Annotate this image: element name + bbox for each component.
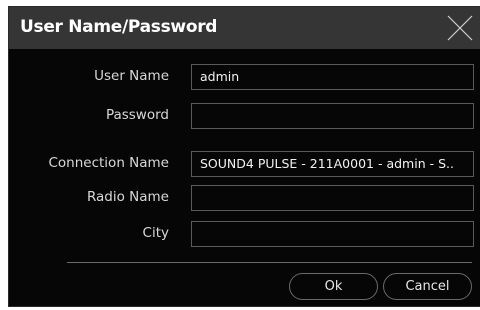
row-radio-name: Radio Name [9,185,480,211]
user-name-label: User Name [94,68,169,84]
user-name-input[interactable]: admin [191,64,474,90]
city-label: City [142,225,169,241]
password-input[interactable] [191,103,474,129]
close-icon[interactable] [444,12,476,44]
row-user-name: User Name admin [9,64,480,90]
city-input[interactable] [191,221,474,247]
ok-button[interactable]: Ok [289,273,378,300]
radio-name-input[interactable] [191,185,474,211]
user-password-dialog: User Name/Password User Name admin Passw… [8,6,480,307]
dialog-title: User Name/Password [20,17,218,37]
cancel-button[interactable]: Cancel [383,273,472,300]
divider [67,262,472,263]
row-connection-name: Connection Name SOUND4 PULSE - 211A0001 … [9,151,480,177]
radio-name-label: Radio Name [86,189,169,205]
connection-name-label: Connection Name [48,155,169,171]
dialog-titlebar: User Name/Password [9,7,480,49]
row-password: Password [9,103,480,129]
connection-name-input[interactable]: SOUND4 PULSE - 211A0001 - admin - S.. [191,151,474,177]
row-city: City [9,221,480,247]
password-label: Password [105,107,169,123]
